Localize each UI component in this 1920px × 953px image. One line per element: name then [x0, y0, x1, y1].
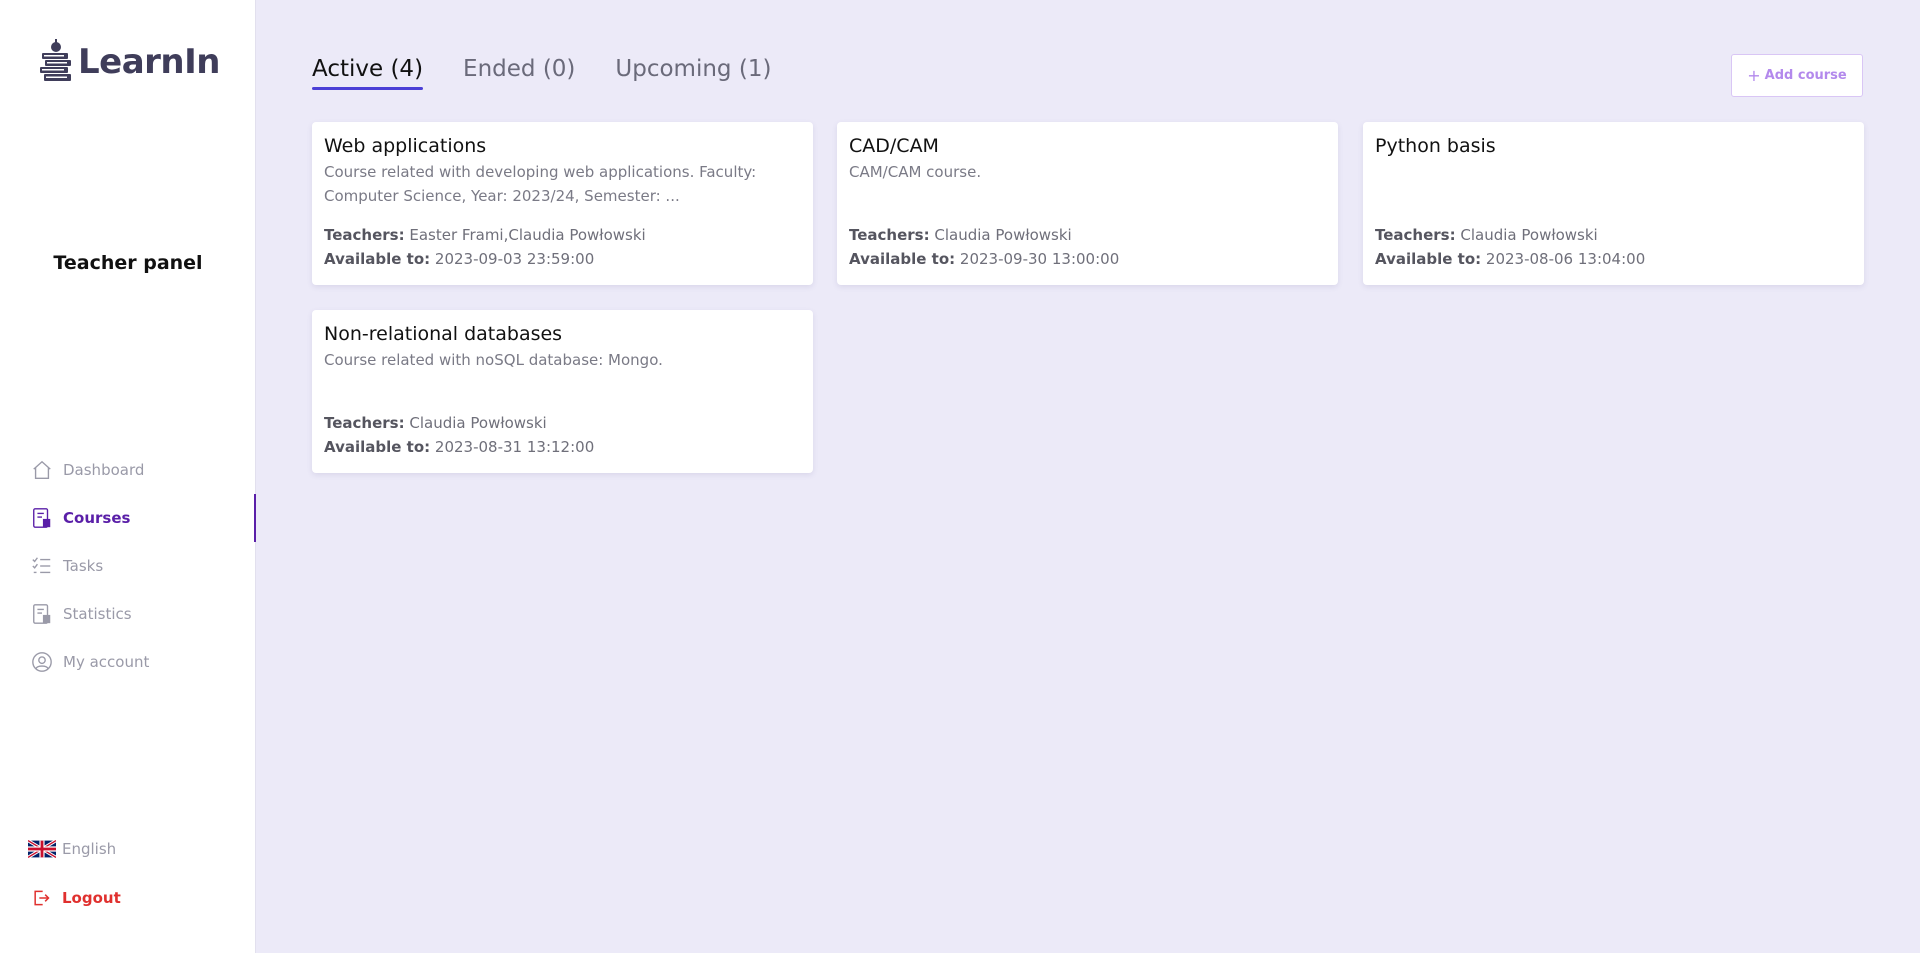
logout-icon	[34, 890, 50, 906]
tab-upcoming[interactable]: Upcoming (1)	[615, 56, 771, 90]
course-meta: Teachers: Claudia Powłowski Available to…	[1375, 223, 1645, 271]
course-available-to: 2023-08-31 13:12:00	[434, 438, 595, 456]
available-to-label: Available to:	[1375, 250, 1482, 268]
sidebar-item-label: Dashboard	[63, 461, 145, 479]
teachers-label: Teachers:	[849, 226, 930, 244]
course-card[interactable]: Python basis Teachers: Claudia Powłowski…	[1363, 122, 1864, 285]
sidebar-item-label: My account	[63, 653, 150, 671]
language-selector[interactable]: English	[28, 840, 116, 858]
add-course-label: Add course	[1764, 68, 1847, 83]
teachers-label: Teachers:	[324, 414, 405, 432]
tab-ended[interactable]: Ended (0)	[463, 56, 575, 90]
course-description	[1375, 160, 1852, 208]
teachers-label: Teachers:	[1375, 226, 1456, 244]
available-to-label: Available to:	[324, 250, 431, 268]
app-name: LearnIn	[78, 42, 221, 82]
language-label: English	[62, 840, 117, 858]
available-to-label: Available to:	[324, 438, 431, 456]
uk-flag-icon	[28, 840, 56, 858]
course-title: Web applications	[324, 135, 487, 157]
course-description: Course related with noSQL database: Mong…	[324, 351, 663, 369]
course-meta: Teachers: Claudia Powłowski Available to…	[849, 223, 1119, 271]
course-title: Non-relational databases	[324, 323, 563, 345]
panel-title: Teacher panel	[53, 252, 203, 274]
course-available-to: 2023-09-30 13:00:00	[959, 250, 1120, 268]
courses-icon	[31, 507, 53, 529]
plus-icon: +	[1747, 66, 1761, 85]
course-title: Python basis	[1375, 135, 1496, 157]
sidebar-item-label: Statistics	[63, 605, 132, 623]
course-description: CAM/CAM course.	[849, 163, 982, 181]
tab-active[interactable]: Active (4)	[312, 56, 424, 90]
user-icon	[31, 651, 53, 673]
sidebar-item-label: Tasks	[63, 557, 104, 575]
available-to-label: Available to:	[849, 250, 956, 268]
sidebar-item-label: Courses	[63, 509, 131, 527]
sidebar-item-statistics[interactable]: Statistics	[0, 590, 256, 638]
course-teachers: Claudia Powłowski	[1460, 226, 1598, 244]
books-apple-icon	[40, 39, 71, 81]
logout-button[interactable]: Logout	[31, 888, 121, 908]
add-course-button[interactable]: + Add course	[1731, 54, 1863, 97]
course-card[interactable]: Web applications Course related with dev…	[312, 122, 813, 285]
course-available-to: 2023-08-06 13:04:00	[1485, 250, 1646, 268]
course-card[interactable]: CAD/CAM CAM/CAM course. Teachers: Claudi…	[837, 122, 1338, 285]
course-teachers: Claudia Powłowski	[934, 226, 1072, 244]
course-available-to: 2023-09-03 23:59:00	[434, 250, 595, 268]
course-description: Course related with developing web appli…	[324, 163, 757, 205]
course-tabs: Active (4) Ended (0) Upcoming (1)	[312, 56, 811, 90]
tasks-icon	[31, 555, 53, 577]
app-logo[interactable]: LearnIn	[36, 38, 221, 86]
course-meta: Teachers: Easter Frami,Claudia Powłowski…	[324, 223, 646, 271]
teachers-label: Teachers:	[324, 226, 405, 244]
sidebar-item-my-account[interactable]: My account	[0, 638, 256, 686]
home-icon	[31, 459, 53, 481]
sidebar: LearnIn Teacher panel Dashboard Courses …	[0, 0, 256, 953]
course-title: CAD/CAM	[849, 135, 939, 157]
logout-label: Logout	[62, 889, 121, 907]
sidebar-item-dashboard[interactable]: Dashboard	[0, 446, 256, 494]
statistics-icon	[31, 603, 53, 625]
sidebar-nav: Dashboard Courses Tasks Statistics My ac…	[0, 446, 256, 686]
course-teachers: Claudia Powłowski	[409, 414, 547, 432]
course-meta: Teachers: Claudia Powłowski Available to…	[324, 411, 594, 459]
course-card[interactable]: Non-relational databases Course related …	[312, 310, 813, 473]
sidebar-item-courses[interactable]: Courses	[0, 494, 256, 542]
course-teachers: Easter Frami,Claudia Powłowski	[409, 226, 646, 244]
sidebar-item-tasks[interactable]: Tasks	[0, 542, 256, 590]
